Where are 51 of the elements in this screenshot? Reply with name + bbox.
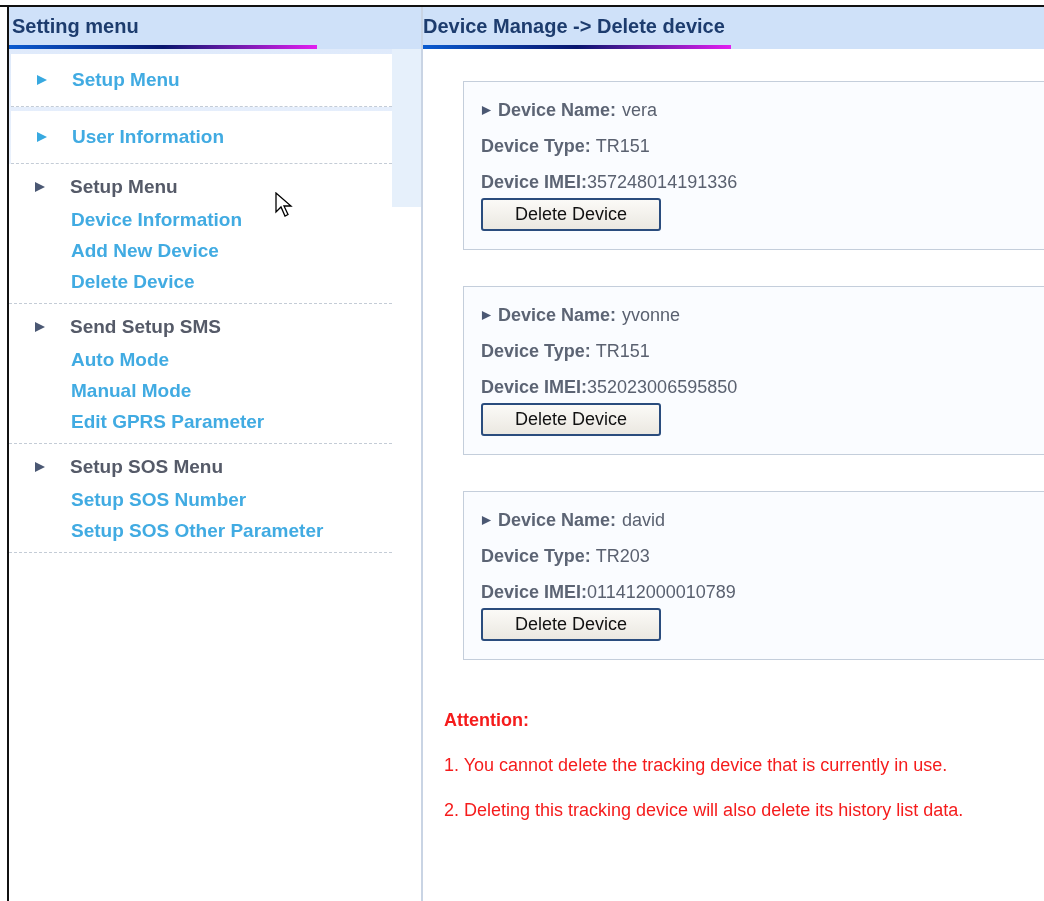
field-value: TR203: [595, 546, 650, 567]
menu-group-title: Send Setup SMS: [70, 316, 221, 338]
field-value: vera: [622, 100, 658, 121]
triangle-icon: [36, 74, 48, 86]
mouse-cursor-icon: [275, 192, 293, 218]
field-label: Device Type:: [481, 341, 591, 362]
field-label: Device IMEI:: [481, 172, 588, 193]
menu-link[interactable]: Manual Mode: [71, 377, 392, 404]
field-value: TR151: [595, 136, 650, 157]
triangle-icon: [36, 131, 48, 143]
delete-device-button[interactable]: Delete Device: [481, 198, 661, 231]
menu-group-title: Setup Menu: [72, 69, 180, 91]
triangle-icon: [34, 181, 46, 193]
field-label: Device Type:: [481, 546, 591, 567]
triangle-icon: [481, 105, 492, 116]
menu-link[interactable]: Setup SOS Number: [71, 486, 392, 513]
field-value: TR151: [595, 341, 650, 362]
menu-group-title: User Information: [72, 126, 225, 148]
field-label: Device Name:: [498, 100, 617, 121]
field-value: 352023006595850: [587, 377, 738, 398]
menu-group-title: Setup SOS Menu: [70, 456, 224, 478]
field-value: david: [622, 510, 666, 531]
triangle-icon: [34, 461, 46, 473]
field-value: 011412000010789: [587, 582, 736, 603]
attention-heading: Attention:: [444, 710, 530, 731]
menu-link[interactable]: Device Information: [71, 206, 392, 233]
menu-link[interactable]: Setup SOS Other Parameter: [71, 517, 392, 544]
triangle-icon: [481, 515, 492, 526]
delete-device-button[interactable]: Delete Device: [481, 403, 661, 436]
sidebar-title: Setting menu: [12, 14, 139, 38]
triangle-icon: [34, 321, 46, 333]
menu-group[interactable]: Setup Menu: [9, 172, 392, 202]
triangle-icon: [481, 310, 492, 321]
menu-link[interactable]: Auto Mode: [71, 346, 392, 373]
field-label: Device IMEI:: [481, 582, 588, 603]
field-label: Device Name:: [498, 305, 617, 326]
field-label: Device Name:: [498, 510, 617, 531]
field-label: Device IMEI:: [481, 377, 588, 398]
field-value: 357248014191336: [587, 172, 738, 193]
menu-group[interactable]: Send Setup SMS: [9, 312, 392, 342]
page-title: Device Manage -> Delete device: [423, 14, 725, 38]
menu-link[interactable]: Add New Device: [71, 237, 392, 264]
field-value: yvonne: [622, 305, 681, 326]
field-label: Device Type:: [481, 136, 591, 157]
menu-group[interactable]: Setup SOS Menu: [9, 452, 392, 482]
attention-note: 2. Deleting this tracking device will also delete its history list data.: [444, 800, 965, 821]
attention-note: 1. You cannot delete the tracking device that is currently in use.: [444, 755, 949, 776]
menu-link[interactable]: Edit GPRS Parameter: [71, 408, 392, 435]
menu-link[interactable]: Delete Device: [71, 268, 392, 295]
delete-device-button[interactable]: Delete Device: [481, 608, 661, 641]
menu-group-title: Setup Menu: [70, 176, 178, 198]
